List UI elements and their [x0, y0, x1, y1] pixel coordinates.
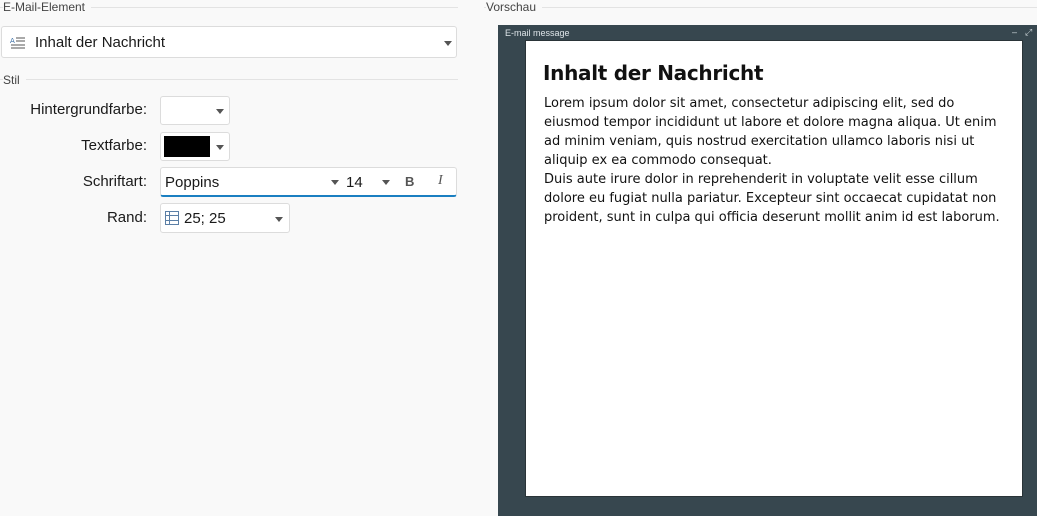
element-select[interactable]: A Inhalt der Nachricht — [1, 26, 457, 58]
chevron-down-icon[interactable] — [382, 180, 390, 185]
border-value: 25; 25 — [184, 210, 226, 227]
minimize-icon[interactable]: – — [1012, 27, 1017, 37]
email-heading: Inhalt der Nachricht — [543, 61, 764, 85]
email-body: Inhalt der Nachricht Lorem ipsum dolor s… — [525, 40, 1023, 497]
font-size-value[interactable]: 14 — [346, 174, 363, 191]
email-text: Lorem ipsum dolor sit amet, consectetur … — [544, 94, 1004, 227]
chevron-down-icon — [216, 145, 224, 150]
text-color-swatch — [164, 136, 210, 157]
italic-button[interactable]: I — [438, 173, 443, 189]
font-label: Schriftart: — [82, 173, 147, 190]
text-lines-icon: A — [10, 36, 26, 50]
border-select[interactable]: 25; 25 — [160, 203, 290, 233]
section-title-style: Stil — [3, 73, 26, 87]
chevron-down-icon[interactable] — [331, 180, 339, 185]
text-color-label: Textfarbe: — [81, 137, 147, 154]
chevron-down-icon — [444, 41, 452, 46]
maximize-icon[interactable]: ⤢ — [1025, 27, 1032, 38]
font-controls: Poppins 14 B I — [160, 167, 457, 197]
text-color-picker[interactable] — [160, 132, 230, 161]
border-grid-icon — [165, 211, 179, 225]
section-divider — [484, 7, 1037, 8]
element-select-value: Inhalt der Nachricht — [35, 34, 166, 51]
bold-button[interactable]: B — [405, 174, 414, 189]
border-label: Rand: — [106, 209, 147, 226]
section-title-email-element: E-Mail-Element — [3, 0, 92, 14]
background-color-picker[interactable] — [160, 96, 230, 125]
background-color-swatch — [164, 100, 210, 121]
preview-window: E-mail message – ⤢ Inhalt der Nachricht … — [498, 25, 1037, 516]
section-divider — [0, 79, 458, 80]
email-paragraph: Lorem ipsum dolor sit amet, consectetur … — [544, 96, 997, 168]
svg-text:A: A — [10, 37, 15, 45]
preview-window-title: E-mail message — [505, 28, 570, 38]
background-color-label: Hintergrundfarbe: — [30, 101, 147, 118]
chevron-down-icon — [216, 109, 224, 114]
email-paragraph: Duis aute irure dolor in reprehenderit i… — [544, 172, 1000, 225]
section-title-preview: Vorschau — [486, 0, 543, 14]
font-family-value[interactable]: Poppins — [165, 174, 219, 191]
chevron-down-icon — [275, 217, 283, 222]
